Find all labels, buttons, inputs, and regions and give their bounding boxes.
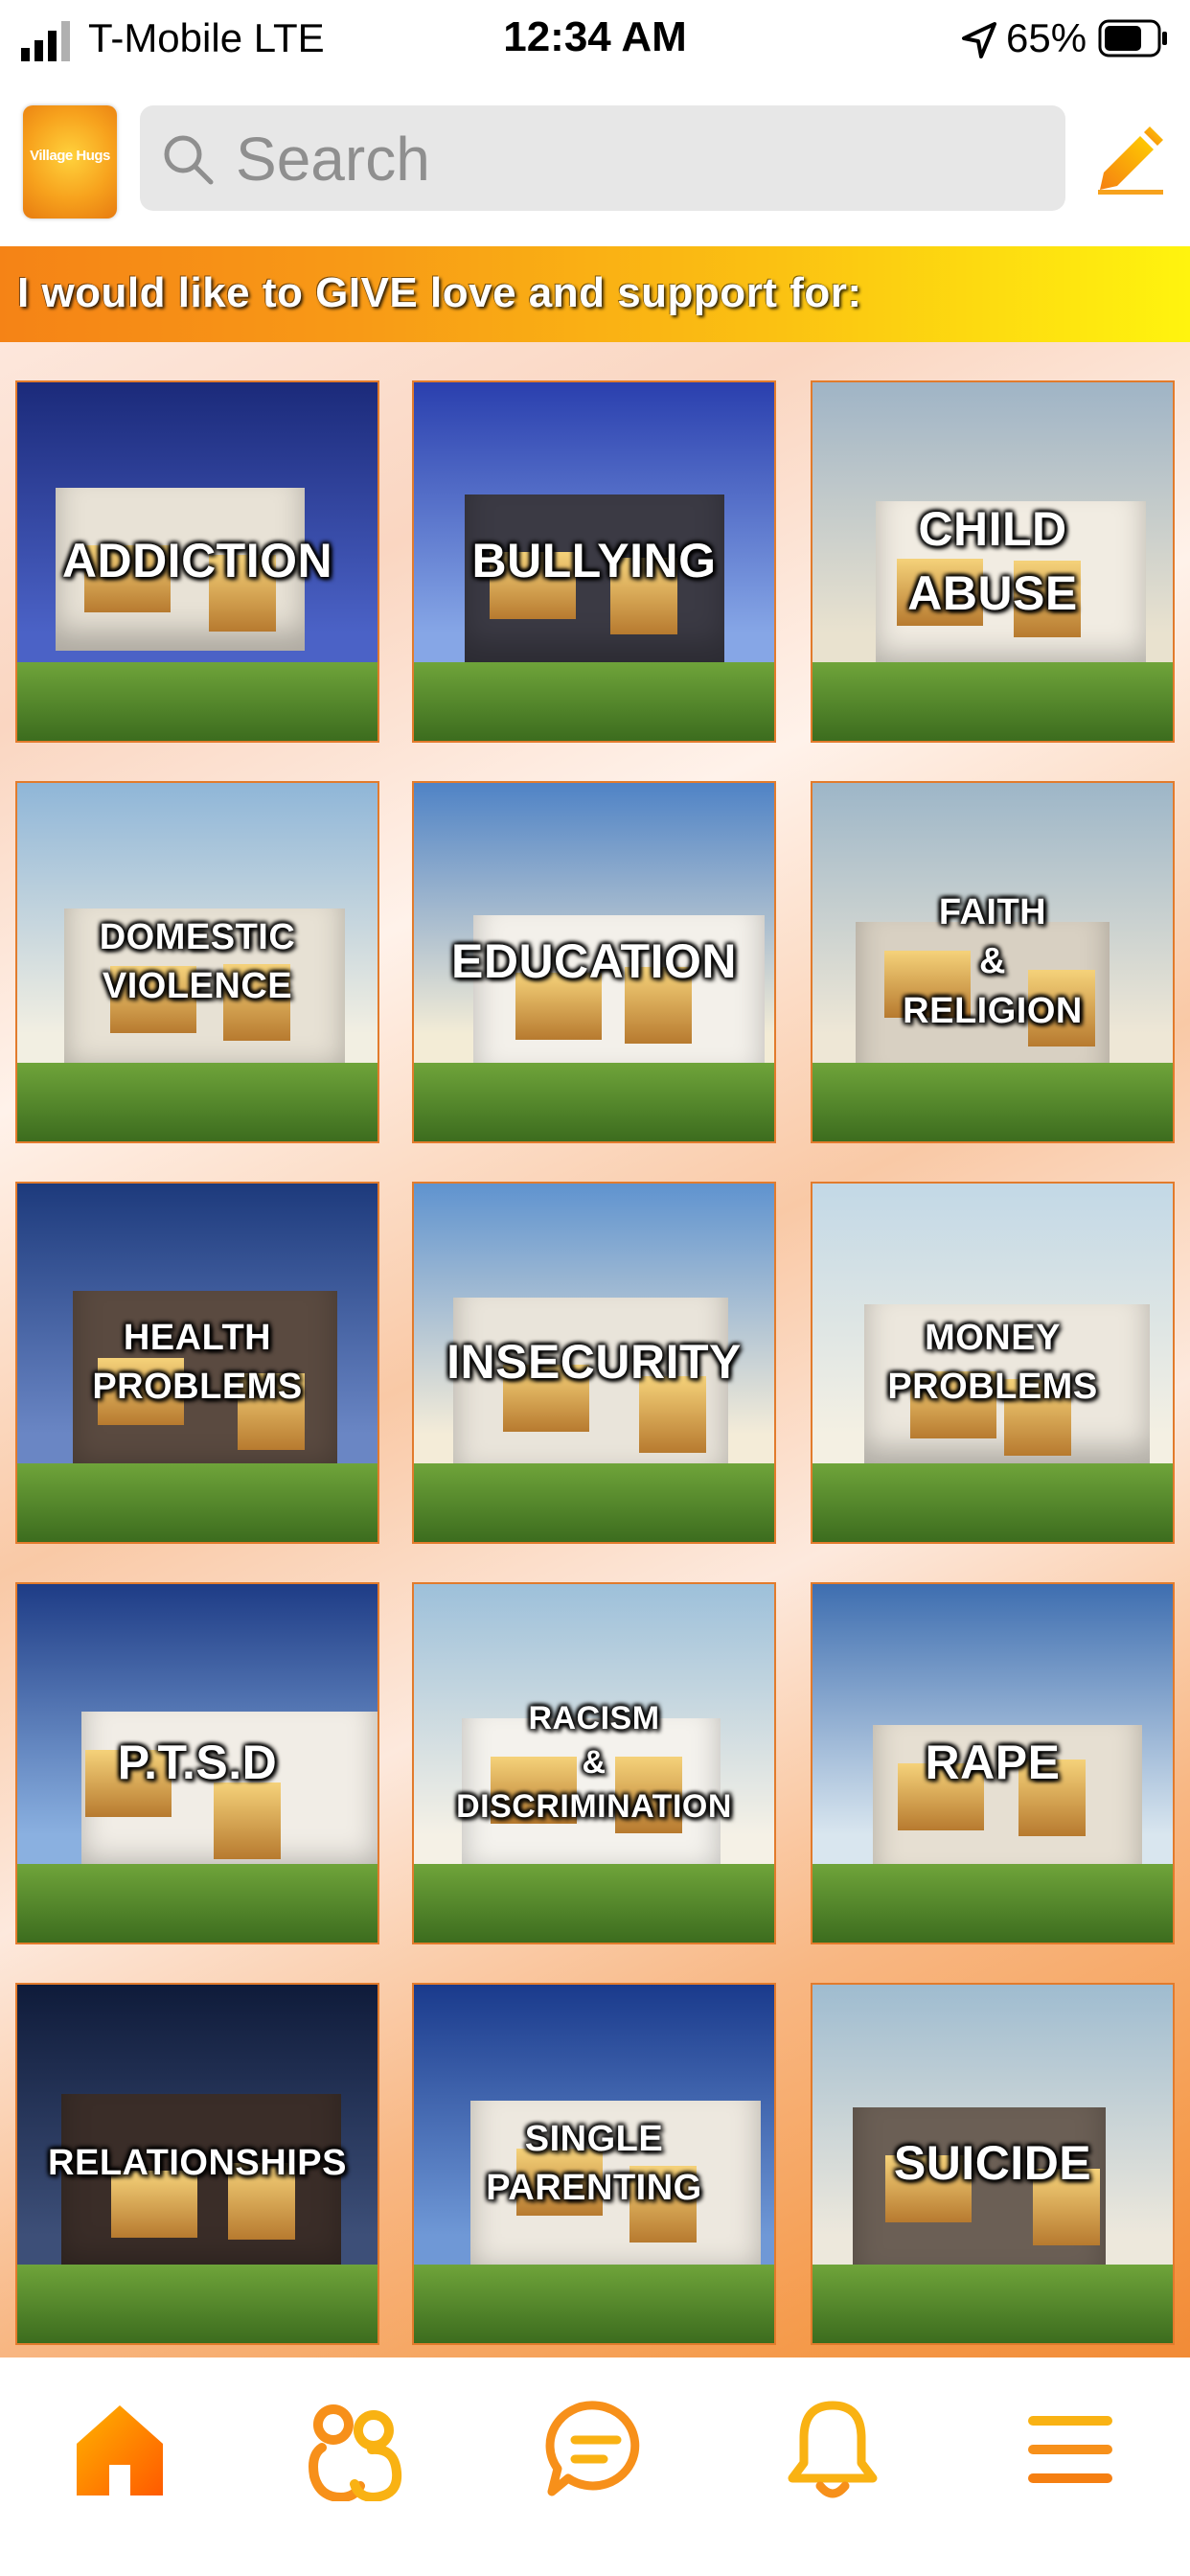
category-tile[interactable]: HEALTH PROBLEMS	[15, 1182, 379, 1544]
category-label: P.T.S.D	[117, 1736, 278, 1790]
app-logo[interactable]: Village Hugs	[23, 105, 117, 218]
search-icon	[164, 135, 214, 185]
banner-text: I would like to GIVE love and support fo…	[17, 269, 862, 316]
category-tile[interactable]: MONEY PROBLEMS	[811, 1182, 1175, 1544]
pencil-icon[interactable]	[1094, 119, 1167, 196]
people-icon[interactable]	[305, 2396, 410, 2501]
status-bar: T-Mobile LTE 12:34 AM 65%	[0, 0, 1190, 80]
category-tile[interactable]: CHILD ABUSE	[811, 380, 1175, 743]
category-label: EDUCATION	[450, 934, 737, 989]
category-label: FAITH & RELIGION	[903, 892, 1083, 1031]
category-label: BULLYING	[471, 534, 717, 588]
battery-icon	[1098, 19, 1167, 58]
category-label: MONEY PROBLEMS	[887, 1317, 1098, 1407]
search-header: Village Hugs	[0, 92, 1190, 236]
category-tile[interactable]: FAITH & RELIGION	[811, 781, 1175, 1143]
category-tile[interactable]: EDUCATION	[412, 781, 776, 1143]
category-tile[interactable]: P.T.S.D	[15, 1582, 379, 1944]
bottom-nav	[0, 2358, 1190, 2576]
search-bar[interactable]	[140, 105, 1065, 211]
give-support-banner: I would like to GIVE love and support fo…	[0, 246, 1190, 342]
category-tile[interactable]: ADDICTION	[15, 380, 379, 743]
chat-icon[interactable]	[542, 2396, 648, 2501]
category-label: RELATIONSHIPS	[48, 2143, 347, 2184]
battery-percent: 65%	[1006, 15, 1087, 60]
menu-icon[interactable]	[1018, 2396, 1123, 2501]
category-label: RACISM & DISCRIMINATION	[456, 1700, 732, 1825]
category-grid: ADDICTION BULLYING CHILD ABUSE DOMESTIC VIO…	[0, 342, 1190, 2358]
category-label: HEALTH PROBLEMS	[92, 1317, 303, 1407]
search-input[interactable]	[234, 123, 1042, 196]
category-label: ADDICTION	[61, 534, 333, 588]
category-tile[interactable]: BULLYING	[412, 380, 776, 743]
category-tile[interactable]: RACISM & DISCRIMINATION	[412, 1582, 776, 1944]
home-icon[interactable]	[67, 2396, 172, 2501]
category-tile[interactable]: RELATIONSHIPS	[15, 1983, 379, 2345]
category-label: INSECURITY	[446, 1335, 742, 1390]
category-tile[interactable]: SUICIDE	[811, 1983, 1175, 2345]
category-tile[interactable]: INSECURITY	[412, 1182, 776, 1544]
category-tile[interactable]: RAPE	[811, 1582, 1175, 1944]
logo-text: Village Hugs	[30, 148, 110, 164]
bell-icon[interactable]	[780, 2396, 885, 2501]
category-label: RAPE	[925, 1736, 1061, 1790]
category-label: SINGLE PARENTING	[486, 2118, 702, 2208]
category-label: SUICIDE	[893, 2136, 1092, 2191]
category-label: DOMESTIC VIOLENCE	[99, 916, 296, 1006]
category-label: CHILD ABUSE	[907, 501, 1078, 621]
location-arrow-icon	[962, 22, 996, 58]
category-tile[interactable]: SINGLE PARENTING	[412, 1983, 776, 2345]
category-tile[interactable]: DOMESTIC VIOLENCE	[15, 781, 379, 1143]
